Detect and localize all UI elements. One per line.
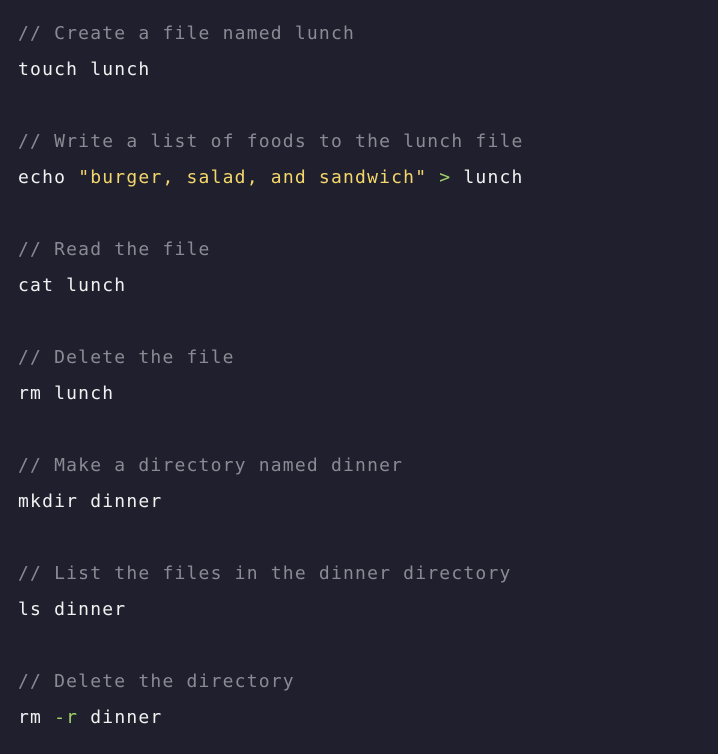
command-keyword: rm — [18, 707, 55, 728]
string-literal: "burger, salad, and sandwich" — [78, 167, 428, 188]
code-command: mkdir dinner — [18, 491, 163, 512]
code-comment: // Create a file named lunch — [18, 23, 356, 44]
code-comment: // Delete the directory — [18, 671, 295, 692]
command-flag: -r — [54, 707, 79, 728]
code-command: touch lunch — [18, 59, 151, 80]
code-comment: // Delete the file — [18, 347, 235, 368]
code-comment: // Read the file — [18, 239, 211, 260]
code-comment: // Write a list of foods to the lunch fi… — [18, 131, 524, 152]
command-argument: dinner — [78, 707, 163, 728]
code-block: // Create a file named lunch touch lunch… — [0, 0, 718, 754]
code-command: ls dinner — [18, 599, 127, 620]
redirect-operator: > — [427, 167, 464, 188]
code-command: rm lunch — [18, 383, 115, 404]
code-command: cat lunch — [18, 275, 127, 296]
code-command: rm -r dinner — [18, 706, 162, 730]
code-comment: // List the files in the dinner director… — [18, 563, 512, 584]
code-command: echo "burger, salad, and sandwich" > lun… — [18, 166, 524, 190]
code-comment: // Make a directory named dinner — [18, 455, 404, 476]
command-keyword: echo — [18, 167, 79, 188]
command-argument: lunch — [463, 167, 524, 188]
